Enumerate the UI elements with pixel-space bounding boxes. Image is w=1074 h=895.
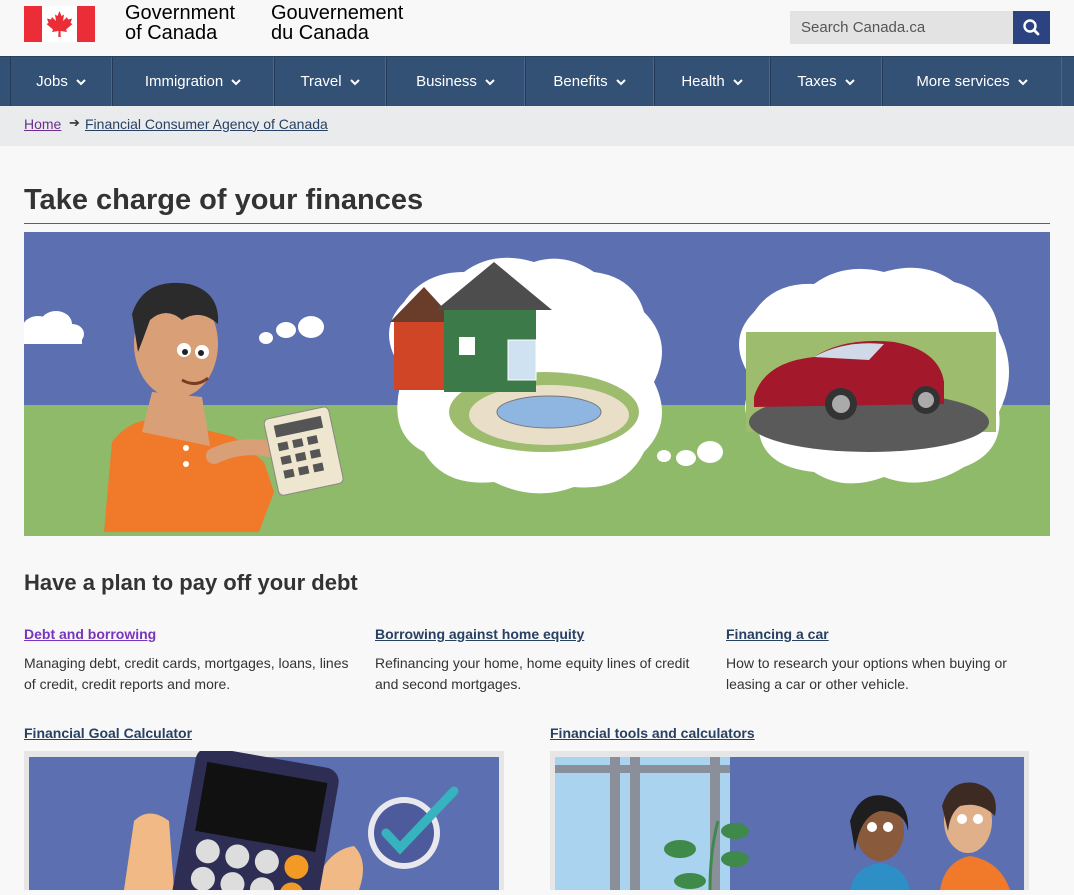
signature-en-line2: of Canada (125, 22, 218, 44)
menu-label: More services (916, 73, 1010, 90)
chevron-down-icon (485, 78, 495, 85)
section-heading: Have a plan to pay off your debt (24, 570, 358, 595)
canada-flag-icon[interactable] (24, 6, 95, 42)
chevron-down-icon (732, 78, 743, 85)
menu-item-benefits[interactable]: Benefits (525, 57, 654, 106)
hero-illustration (24, 232, 1050, 536)
goal-calculator-image[interactable] (24, 747, 504, 895)
menu-item-health[interactable]: Health (654, 57, 770, 106)
menu-label: Benefits (553, 73, 608, 90)
menu-item-jobs[interactable]: Jobs (10, 57, 112, 106)
tools-calculators-image[interactable] (550, 751, 1029, 891)
menu-item-business[interactable]: Business (386, 57, 525, 106)
government-signature-fr: Gouvernement du Canada (271, 3, 403, 43)
menu-item-travel[interactable]: Travel (274, 57, 386, 106)
chevron-down-icon (844, 78, 855, 85)
chevron-down-icon (1017, 78, 1028, 85)
chevron-down-icon (76, 78, 86, 85)
phone-calculator-illustration (29, 747, 499, 895)
feature-link-tools-calculators[interactable]: Financial tools and calculators (550, 725, 755, 741)
menu-label: Business (416, 73, 477, 90)
signature-fr-line1: Gouvernement (271, 2, 404, 24)
menu-label: Jobs (36, 73, 68, 90)
search-icon (1023, 19, 1040, 36)
signature-fr-line2: du Canada (271, 22, 369, 44)
search-input[interactable] (790, 11, 1013, 44)
site-header: Government of Canada Gouvernement du Can… (0, 0, 1074, 56)
car-thought-bubble (739, 267, 1009, 484)
card-link-borrowing-home-equity[interactable]: Borrowing against home equity (375, 626, 584, 642)
chevron-down-icon (349, 78, 360, 85)
breadcrumb-arrow-icon: ➔ (69, 115, 80, 130)
main-menu: Jobs Immigration Travel Business Benefit… (0, 56, 1074, 106)
menu-label: Taxes (797, 73, 837, 90)
breadcrumb-fcac-link[interactable]: Financial Consumer Agency of Canada (85, 116, 328, 132)
government-signature-en: Government of Canada (125, 3, 235, 43)
feature-link-goal-calculator[interactable]: Financial Goal Calculator (24, 725, 192, 741)
menu-label: Immigration (144, 73, 224, 90)
signature-en-line1: Government (125, 2, 236, 24)
title-divider (24, 223, 1050, 224)
page-title: Take charge of your finances (24, 184, 424, 216)
card-description: Managing debt, credit cards, mortgages, … (24, 655, 349, 692)
card-link-financing-a-car[interactable]: Financing a car (726, 626, 829, 642)
chevron-down-icon (231, 78, 241, 85)
house-thought-bubble (389, 257, 662, 494)
chevron-down-icon (615, 78, 626, 85)
menu-label: Health (681, 73, 725, 90)
menu-item-more-services[interactable]: More services (882, 57, 1062, 106)
card-description: Refinancing your home, home equity lines… (375, 655, 690, 692)
menu-item-immigration[interactable]: Immigration (112, 57, 274, 106)
search-button[interactable] (1013, 11, 1050, 44)
breadcrumb-home-link[interactable]: Home (24, 116, 61, 132)
menu-label: Travel (300, 73, 342, 90)
menu-item-taxes[interactable]: Taxes (770, 57, 882, 106)
card-link-debt-and-borrowing[interactable]: Debt and borrowing (24, 626, 156, 642)
card-description: How to research your options when buying… (726, 655, 1007, 692)
people-illustration (555, 757, 1024, 891)
